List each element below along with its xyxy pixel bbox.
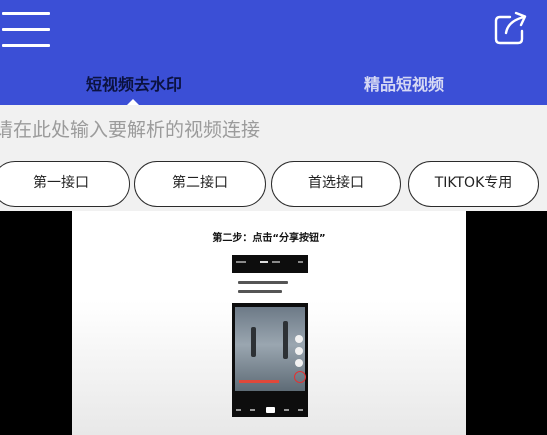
- phone-status-mark: [260, 261, 268, 263]
- phone-nav-item: [298, 409, 303, 411]
- tutorial-frame: 第二步：点击“分享按钮”: [72, 211, 466, 435]
- phone-collect-icon: [295, 359, 303, 367]
- phone-caption-line: [238, 281, 288, 284]
- phone-nav-item: [250, 409, 255, 411]
- phone-nav-bar: [232, 403, 308, 417]
- menu-line-middle: [2, 28, 50, 31]
- search-bar: [0, 105, 547, 155]
- phone-status-bar: [232, 255, 308, 271]
- menu-line-top: [2, 12, 50, 15]
- menu-line-bottom: [2, 44, 50, 47]
- phone-share-highlight: [294, 371, 306, 383]
- phone-status-mark: [298, 261, 303, 263]
- preferred-interface-button[interactable]: 首选接口: [271, 161, 401, 207]
- share-icon[interactable]: [492, 9, 530, 47]
- tab-video-watermark-removal[interactable]: 短视频去水印: [60, 72, 208, 98]
- phone-screenshot: [232, 255, 308, 417]
- phone-red-subtitle: [239, 380, 279, 383]
- phone-nav-item: [284, 409, 289, 411]
- phone-like-icon: [295, 335, 303, 343]
- phone-nav-item: [236, 409, 241, 411]
- phone-status-mark: [236, 261, 246, 263]
- phone-caption-area: [232, 273, 308, 303]
- phone-image-figure: [251, 327, 256, 357]
- share-icon-graphic: [494, 11, 527, 45]
- tutorial-video-player[interactable]: 第二步：点击“分享按钮”: [0, 211, 547, 435]
- video-url-input[interactable]: [0, 113, 544, 147]
- interface-1-button[interactable]: 第一接口: [0, 161, 130, 207]
- phone-status-mark: [272, 261, 280, 263]
- tiktok-interface-button[interactable]: TIKTOK专用: [408, 161, 539, 207]
- interface-2-button[interactable]: 第二接口: [134, 161, 266, 207]
- tab-featured-short-videos[interactable]: 精品短视频: [330, 72, 478, 98]
- interface-button-row: 第一接口 第二接口 首选接口 TIKTOK专用: [0, 155, 547, 211]
- phone-image-figure: [283, 321, 288, 359]
- tutorial-step-caption: 第二步：点击“分享按钮”: [212, 233, 326, 244]
- phone-nav-plus: [266, 407, 275, 413]
- phone-comment-icon: [295, 347, 303, 355]
- hamburger-menu-icon[interactable]: [2, 12, 52, 48]
- phone-caption-line: [238, 290, 282, 293]
- top-bar: 短视频去水印 精品短视频: [0, 0, 547, 105]
